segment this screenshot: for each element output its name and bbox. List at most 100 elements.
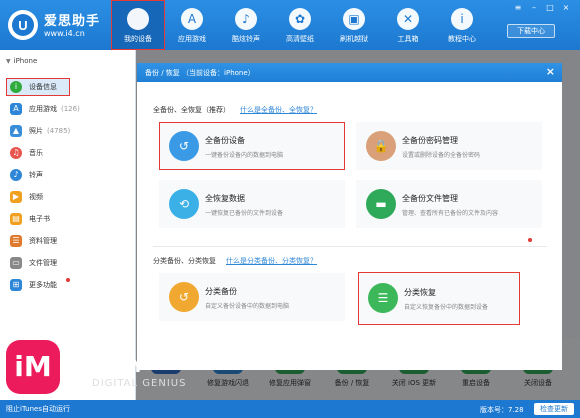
bell-icon: ♪ [10, 169, 22, 181]
nav-label: 刷机越狱 [340, 35, 368, 43]
card-title: 全备份密码管理 [402, 136, 458, 145]
close-window-icon[interactable]: × [560, 3, 572, 12]
sidebar-item-ebooks[interactable]: ▤ 电子书 [6, 210, 130, 228]
sidebar-item-more-features[interactable]: ⊞ 更多功能 [6, 276, 130, 294]
close-icon[interactable]: × [546, 65, 555, 78]
info-icon: i [451, 8, 473, 30]
category-backup-card[interactable]: ↺ 分类备份 自定义备份设备中的数据到电脑 [159, 273, 345, 321]
card-title: 全恢复数据 [205, 194, 245, 203]
nav-label: 教程中心 [448, 35, 476, 43]
lock-icon: 🔒 [366, 131, 396, 161]
restore-icon: ⟲ [169, 189, 199, 219]
block-itunes-option[interactable]: 阻止iTunes自动运行 [6, 404, 70, 414]
status-bar: 阻止iTunes自动运行 版本号：7.28 检查更新 [0, 400, 580, 418]
card-title: 全备份设备 [205, 136, 245, 145]
sidebar-item-label: 铃声 [29, 171, 43, 179]
decorative-red-dot [528, 238, 532, 242]
top-navigation-bar: U 爱思助手 www.i4.cn 我的设备 A 应用游戏 ♪ 酷炫铃声 ✿ 高清… [0, 0, 580, 50]
backup-clock-icon: ↺ [169, 131, 199, 161]
sidebar-item-label: 资料管理 [29, 237, 57, 245]
imacly-watermark: iM IMACLY DIGITAL GENIUS [2, 330, 262, 400]
sidebar-item-label: 设备信息 [29, 83, 57, 91]
nav-label: 工具箱 [397, 35, 419, 43]
i4-logo-icon: U [8, 10, 38, 40]
category-backup-help-link[interactable]: 什么是分类备份、分类恢复？ [226, 257, 317, 265]
card-description: 自定义备份设备中的数据到电脑 [205, 303, 290, 310]
sidebar-item-label: 视频 [29, 193, 43, 201]
card-description: 一键恢复已备份的文件到设备 [205, 210, 284, 217]
category-restore-card[interactable]: ☰ 分类恢复 自定义恢复备份中的数据到设备 [358, 272, 520, 325]
sidebar-item-videos[interactable]: ▶ 视频 [6, 188, 130, 206]
full-restore-card[interactable]: ⟲ 全恢复数据 一键恢复已备份的文件到设备 [159, 180, 345, 228]
info-circle-icon: i [10, 81, 22, 93]
version-label: 版本号：7.28 [480, 406, 524, 414]
sidebar-item-file-management[interactable]: ▭ 文件管理 [6, 254, 130, 272]
card-description: 管理、查看所有已备份的文件及内容 [402, 210, 499, 217]
apple-icon [127, 8, 149, 30]
full-backup-section-header: 全备份、全恢复（推荐） 什么是全备份、全恢复？ [153, 105, 317, 115]
nav-label: 我的设备 [124, 35, 152, 43]
card-description: 设置或删除设备的全备份密码 [402, 152, 481, 159]
app-website: www.i4.cn [44, 29, 85, 38]
sidebar-item-music[interactable]: ♫ 音乐 [6, 144, 130, 162]
folder-icon: ▭ [10, 257, 22, 269]
sidebar-item-data-management[interactable]: ☰ 资料管理 [6, 232, 130, 250]
full-backup-password-card[interactable]: 🔒 全备份密码管理 设置或删除设备的全备份密码 [356, 122, 542, 170]
watermark-name: IMACLY [66, 356, 146, 377]
sidebar-item-label: 应用游戏 (126) [29, 105, 80, 113]
video-icon: ▶ [10, 191, 22, 203]
collapse-triangle-icon: ▼ [6, 58, 11, 65]
sidebar-item-apps[interactable]: A 应用游戏 (126) [6, 100, 130, 118]
section-label: 分类备份、分类恢复 [153, 257, 216, 265]
nav-ringtones[interactable]: ♪ 酷炫铃声 [219, 0, 273, 50]
nav-apps-games[interactable]: A 应用游戏 [165, 0, 219, 50]
nav-my-device[interactable]: 我的设备 [111, 0, 165, 50]
menu-icon[interactable]: ≡ [512, 3, 524, 12]
sidebar-item-count: (126) [61, 105, 80, 113]
folder-icon: ▬ [366, 189, 396, 219]
app-store-icon: A [181, 8, 203, 30]
imacly-logo: iM [6, 340, 60, 394]
nav-label: 应用游戏 [178, 35, 206, 43]
tools-icon: ✕ [397, 8, 419, 30]
card-title: 全备份文件管理 [402, 194, 458, 203]
category-backup-section-header: 分类备份、分类恢复 什么是分类备份、分类恢复？ [153, 256, 317, 266]
check-update-button[interactable]: 检查更新 [534, 403, 574, 415]
book-icon: ▤ [10, 213, 22, 225]
nav-label: 酷炫铃声 [232, 35, 260, 43]
minimize-icon[interactable]: – [528, 3, 540, 12]
sidebar-item-label: 电子书 [29, 215, 50, 223]
section-label: 全备份、全恢复（推荐） [153, 106, 230, 114]
nav-flash-jailbreak[interactable]: ▣ 刷机越狱 [327, 0, 381, 50]
nav-wallpapers[interactable]: ✿ 高清壁纸 [273, 0, 327, 50]
full-backup-device-card[interactable]: ↺ 全备份设备 一键备份设备内的数据到电脑 [159, 122, 345, 170]
sidebar-item-device-info[interactable]: i 设备信息 [6, 78, 70, 96]
device-name: iPhone [13, 57, 38, 65]
watermark-tagline: DIGITAL GENIUS [92, 378, 187, 389]
contacts-icon: ☰ [10, 235, 22, 247]
sidebar-item-photos[interactable]: ▲ 照片 (4785) [6, 122, 130, 140]
sidebar-item-label: 照片 (4785) [29, 127, 71, 135]
bell-icon: ♪ [235, 8, 257, 30]
sidebar-item-label: 更多功能 [29, 281, 57, 289]
app-brand-name: 爱思助手 [44, 14, 101, 29]
category-restore-icon: ☰ [368, 283, 398, 313]
card-description: 一键备份设备内的数据到电脑 [205, 152, 284, 159]
backup-restore-dialog: 备份 / 恢复 （当前设备：iPhone） × 全备份、全恢复（推荐） 什么是全备… [137, 63, 562, 370]
card-description: 自定义恢复备份中的数据到设备 [404, 304, 489, 311]
download-center-button[interactable]: 下载中心 [507, 24, 555, 38]
nav-toolbox[interactable]: ✕ 工具箱 [381, 0, 435, 50]
device-header[interactable]: ▼ iPhone [6, 57, 37, 65]
card-title: 分类恢复 [404, 288, 436, 297]
category-backup-icon: ↺ [169, 282, 199, 312]
sidebar-item-label: 音乐 [29, 149, 43, 157]
nav-tutorials[interactable]: i 教程中心 [435, 0, 489, 50]
backup-file-management-card[interactable]: ▬ 全备份文件管理 管理、查看所有已备份的文件及内容 [356, 180, 542, 228]
flower-icon: ✿ [289, 8, 311, 30]
maximize-icon[interactable]: □ [544, 3, 556, 12]
nav-label: 高清壁纸 [286, 35, 314, 43]
sidebar-item-count: (4785) [47, 127, 71, 135]
full-backup-help-link[interactable]: 什么是全备份、全恢复？ [240, 106, 317, 114]
app-window: U 爱思助手 www.i4.cn 我的设备 A 应用游戏 ♪ 酷炫铃声 ✿ 高清… [0, 0, 580, 418]
sidebar-item-ringtones[interactable]: ♪ 铃声 [6, 166, 130, 184]
